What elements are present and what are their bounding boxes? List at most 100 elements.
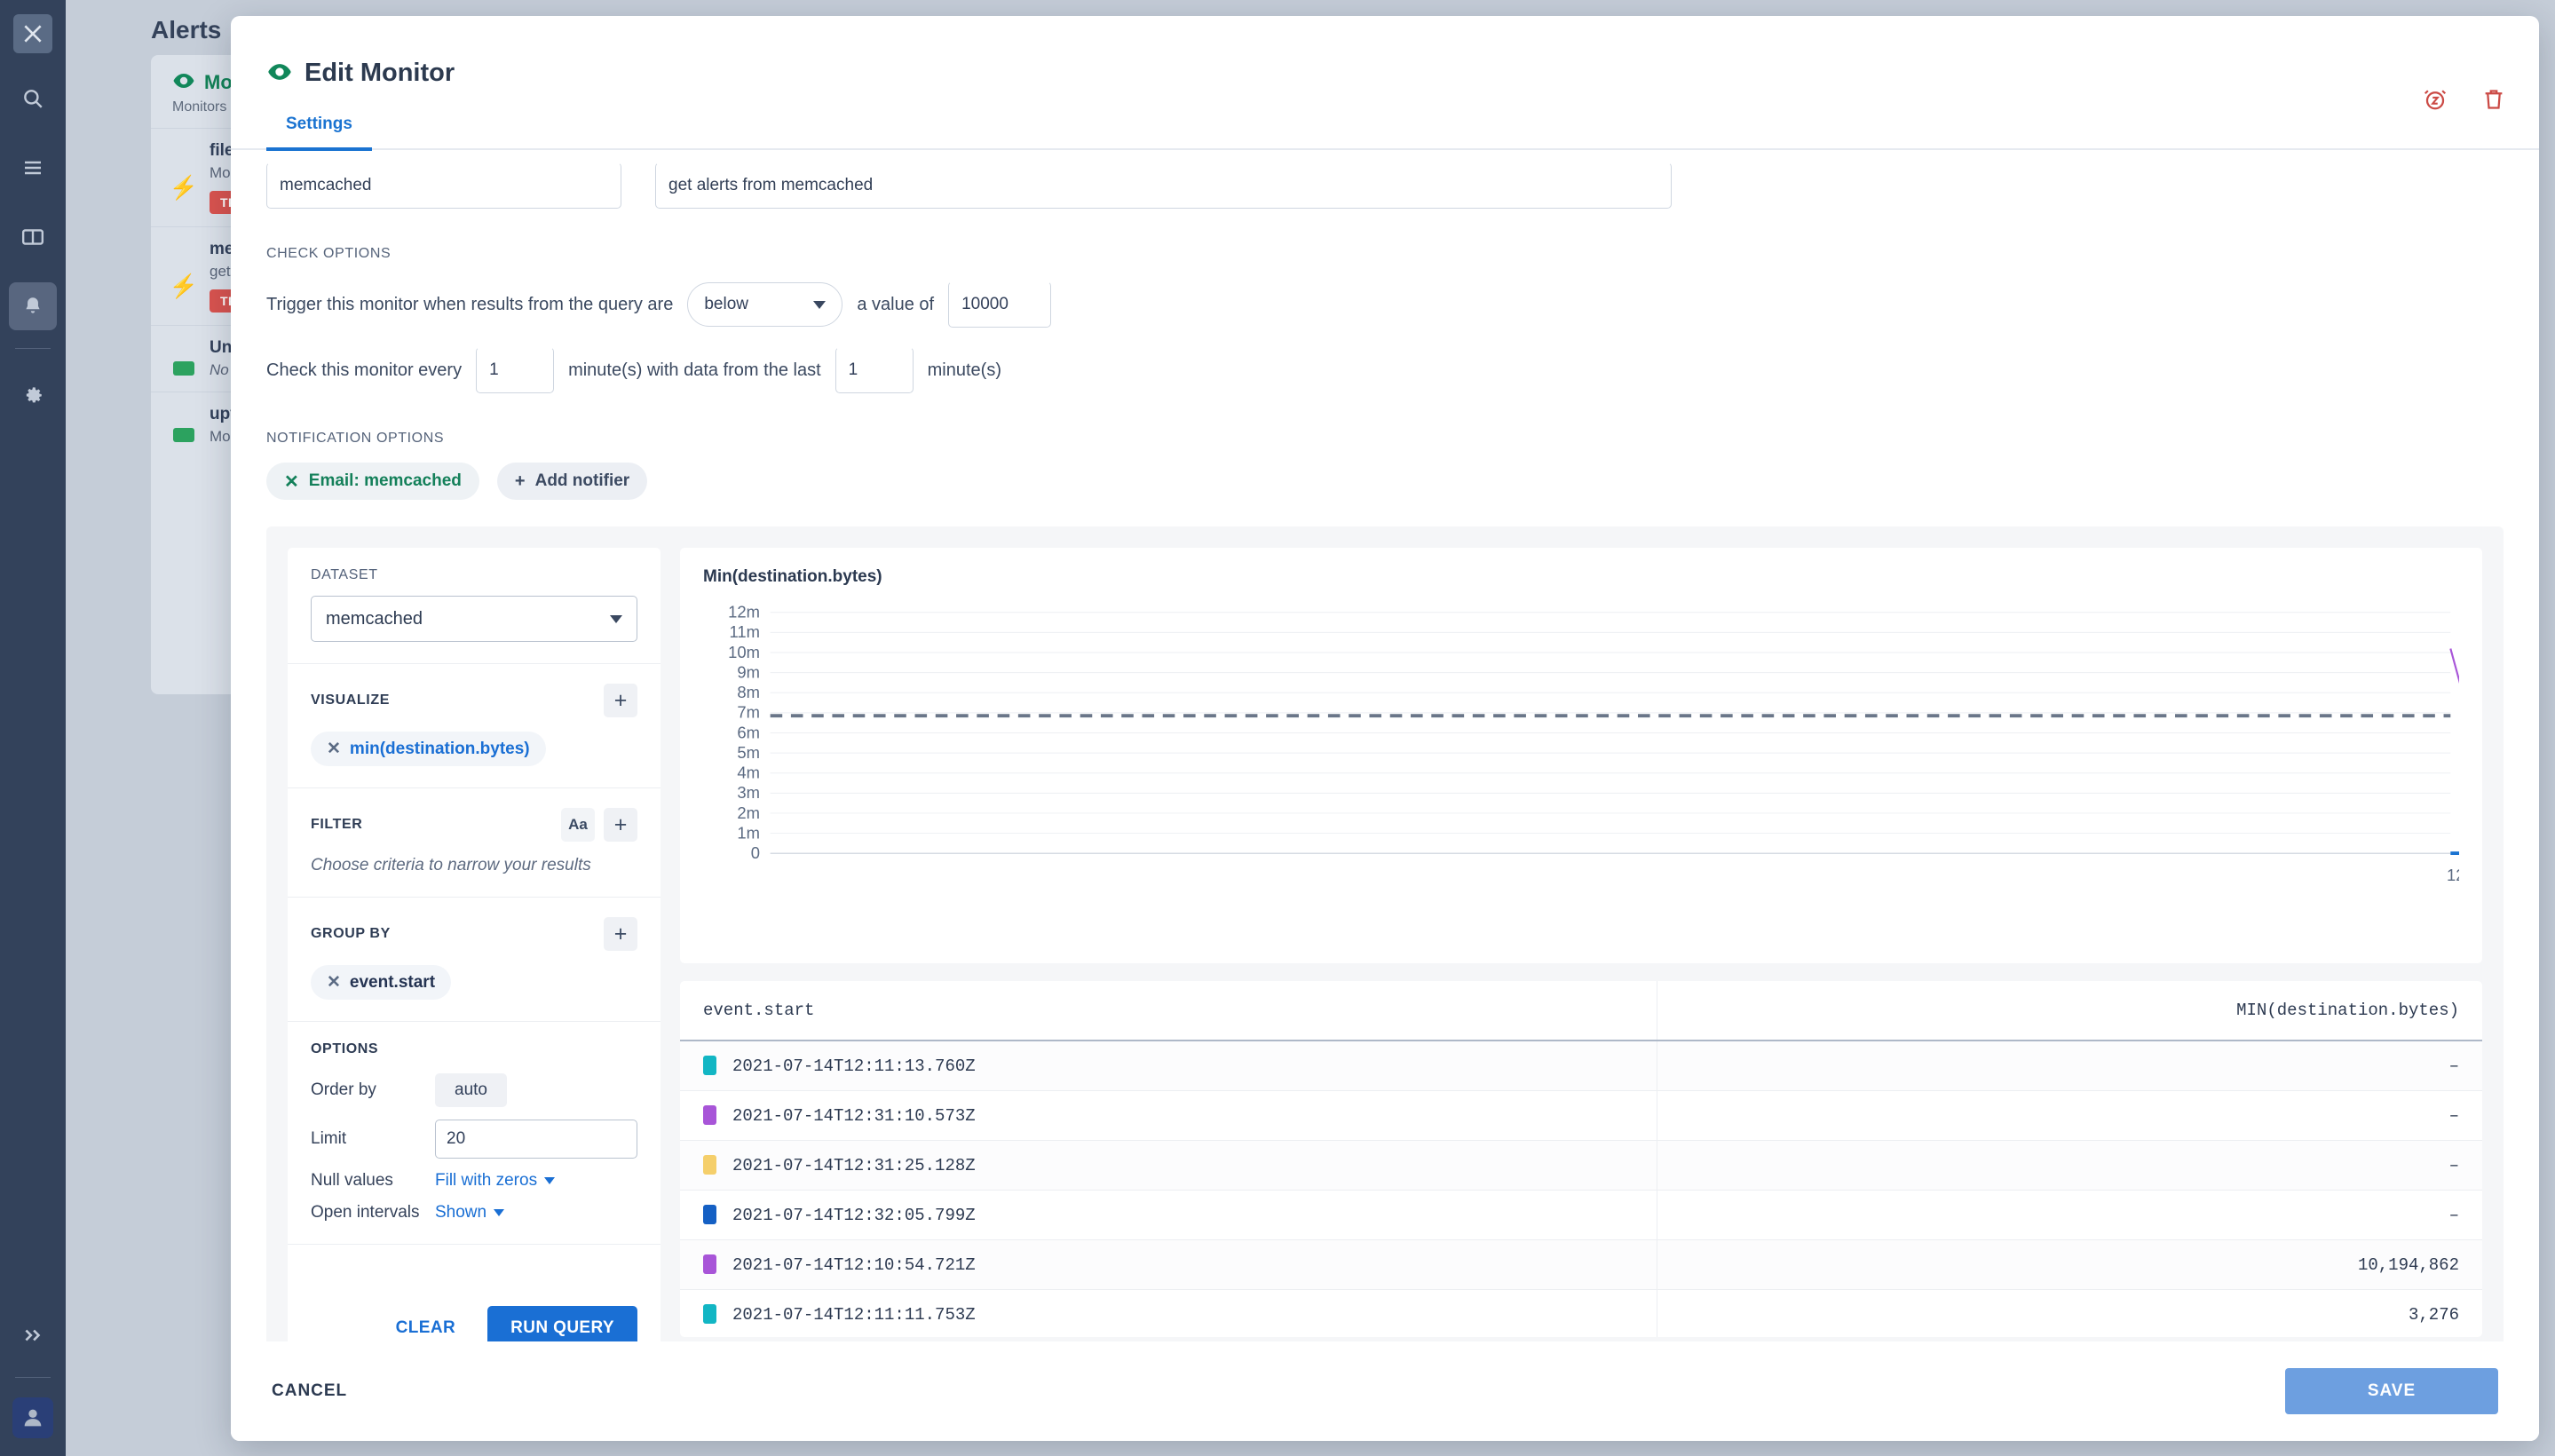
clear-button[interactable]: CLEAR	[396, 1318, 455, 1338]
delete-icon[interactable]	[2480, 86, 2507, 117]
series-color-swatch	[703, 1155, 716, 1175]
chart-card: Min(destination.bytes) 12m11m10m9m8m7m6m…	[680, 548, 2482, 963]
user-avatar[interactable]	[12, 1397, 53, 1438]
options-grid: Order by auto Limit 20 Null values Fill …	[311, 1073, 637, 1223]
null-values-value: Fill with zeros	[435, 1171, 537, 1191]
monitor-status-marker	[172, 405, 195, 446]
column-header-min-destination-bytes[interactable]: MIN(destination.bytes)	[1657, 981, 2483, 1041]
add-filter-button[interactable]: +	[604, 808, 637, 842]
chart-title: Min(destination.bytes)	[703, 567, 2459, 587]
dataset-block: DATASET memcached	[288, 548, 661, 664]
group-by-header: GROUP BY +	[311, 917, 637, 951]
filter-label: FILTER	[311, 817, 362, 833]
visualize-header: VISUALIZE +	[311, 684, 637, 717]
table-row[interactable]: 2021-07-14T12:11:11.753Z3,276	[680, 1290, 2482, 1338]
notifier-chip-row: ✕ Email: memcached + Add notifier	[266, 463, 2504, 500]
options-label: OPTIONS	[311, 1041, 637, 1057]
table-row[interactable]: 2021-07-14T12:10:54.721Z10,194,862	[680, 1240, 2482, 1290]
every-prefix-label: Check this monitor every	[266, 360, 462, 381]
cell-min-destination-bytes: –	[1657, 1091, 2483, 1141]
column-header-event-start[interactable]: event.start	[680, 981, 1657, 1041]
series-color-swatch	[703, 1105, 716, 1125]
eye-icon	[266, 59, 293, 88]
add-group-by-button[interactable]: +	[604, 917, 637, 951]
cell-event-start: 2021-07-14T12:11:11.753Z	[680, 1290, 1657, 1338]
y-axis-tick-label: 2m	[737, 803, 760, 822]
dialog-top-actions	[2422, 86, 2507, 117]
search-icon[interactable]	[9, 75, 57, 123]
dataset-label: DATASET	[311, 567, 637, 583]
save-button[interactable]: SAVE	[2285, 1368, 2498, 1414]
query-builder: DATASET memcached VISUALIZE + ✕ min(dest…	[266, 526, 2504, 1397]
y-axis-tick-label: 0	[751, 843, 760, 862]
limit-row: Limit 20	[311, 1120, 637, 1159]
y-axis-tick-label: 1m	[737, 823, 760, 842]
table-row[interactable]: 2021-07-14T12:31:25.128Z–	[680, 1141, 2482, 1191]
add-visualize-button[interactable]: +	[604, 684, 637, 717]
chart-series-line	[2450, 645, 2459, 853]
global-nav-rail	[0, 0, 66, 1456]
expand-icon[interactable]	[9, 1311, 57, 1359]
monitor-name-input[interactable]: memcached	[266, 162, 621, 209]
close-icon[interactable]: ✕	[284, 471, 299, 493]
table-row[interactable]: 2021-07-14T12:11:13.760Z–	[680, 1041, 2482, 1091]
chevron-down-icon	[544, 1177, 555, 1184]
snooze-icon[interactable]	[2422, 86, 2448, 117]
monitor-description-input[interactable]: get alerts from memcached	[655, 162, 1672, 209]
y-axis-tick-label: 3m	[737, 783, 760, 802]
filter-text-mode-button[interactable]: Aa	[561, 808, 595, 842]
menu-icon[interactable]	[9, 144, 57, 192]
open-intervals-dropdown[interactable]: Shown	[435, 1203, 504, 1223]
y-axis-tick-label: 4m	[737, 764, 760, 782]
comparator-select[interactable]: below	[687, 282, 842, 327]
null-values-dropdown[interactable]: Fill with zeros	[435, 1171, 555, 1191]
add-notifier-button[interactable]: + Add notifier	[497, 463, 647, 500]
dashboard-icon[interactable]	[9, 213, 57, 261]
notifier-chip-email[interactable]: ✕ Email: memcached	[266, 463, 479, 500]
cell-min-destination-bytes: 3,276	[1657, 1290, 2483, 1338]
gear-icon[interactable]	[9, 370, 57, 418]
group-by-item[interactable]: ✕ event.start	[311, 965, 451, 1000]
remove-icon[interactable]: ✕	[327, 739, 341, 759]
check-interval-input[interactable]: 1	[476, 347, 554, 393]
threshold-input[interactable]: 10000	[948, 281, 1051, 328]
bell-icon[interactable]	[9, 282, 57, 330]
filter-placeholder: Choose criteria to narrow your results	[311, 856, 637, 875]
dialog-title-row: Edit Monitor	[231, 16, 2539, 88]
add-notifier-label: Add notifier	[535, 471, 630, 491]
query-builder-sidebar: DATASET memcached VISUALIZE + ✕ min(dest…	[288, 548, 661, 1375]
comparator-value: below	[704, 295, 748, 314]
table-row[interactable]: 2021-07-14T12:31:10.573Z–	[680, 1091, 2482, 1141]
dataset-select[interactable]: memcached	[311, 596, 637, 642]
chevron-down-icon	[813, 301, 826, 309]
y-axis-tick-label: 11m	[730, 622, 760, 641]
remove-icon[interactable]: ✕	[327, 972, 341, 993]
lookback-input[interactable]: 1	[835, 347, 914, 393]
cell-min-destination-bytes: 10,194,862	[1657, 1240, 2483, 1290]
limit-input[interactable]: 20	[435, 1120, 637, 1159]
x-axis-tick-label: 12:32:00	[2447, 866, 2459, 884]
y-axis-tick-label: 9m	[737, 662, 760, 681]
app-logo-icon[interactable]	[13, 14, 52, 53]
edit-monitor-dialog: Edit Monitor Settings me	[231, 16, 2539, 1441]
visualize-item[interactable]: ✕ min(destination.bytes)	[311, 732, 546, 766]
table-row[interactable]: 2021-07-14T12:32:05.799Z–	[680, 1191, 2482, 1240]
visualize-label: VISUALIZE	[311, 692, 390, 708]
chevron-down-icon	[494, 1209, 504, 1216]
rail-bottom-group	[0, 1290, 66, 1438]
open-intervals-label: Open intervals	[311, 1203, 435, 1223]
plus-icon: +	[515, 471, 526, 492]
status-square-icon	[173, 428, 194, 442]
line-chart[interactable]: 12m11m10m9m8m7m6m5m4m3m2m1m012:32:0012:3…	[703, 599, 2459, 892]
order-by-value[interactable]: auto	[435, 1073, 507, 1107]
visualize-block: VISUALIZE + ✕ min(destination.bytes)	[288, 664, 661, 788]
cancel-button[interactable]: CANCEL	[272, 1381, 347, 1401]
trigger-prefix-label: Trigger this monitor when results from t…	[266, 295, 673, 315]
cell-event-start: 2021-07-14T12:11:13.760Z	[680, 1041, 1657, 1091]
chart-svg: 12m11m10m9m8m7m6m5m4m3m2m1m012:32:0012:3…	[703, 599, 2459, 892]
y-axis-tick-label: 10m	[728, 643, 760, 661]
monitor-status-marker	[172, 338, 195, 379]
tab-settings[interactable]: Settings	[266, 115, 372, 151]
results-table: event.start MIN(destination.bytes) 2021-…	[680, 981, 2482, 1337]
check-frequency-row: Check this monitor every 1 minute(s) wit…	[266, 347, 2504, 393]
